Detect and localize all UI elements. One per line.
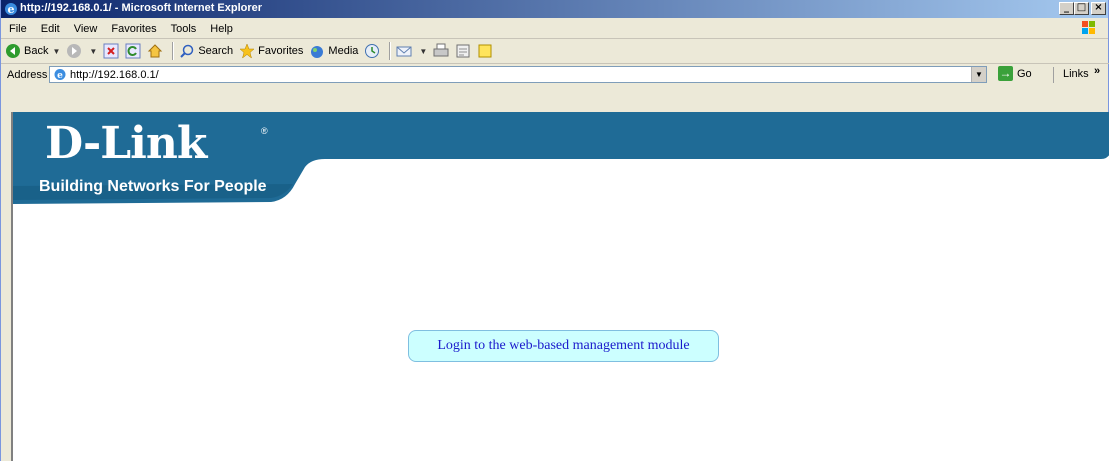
favorites-label: Favorites <box>258 45 304 57</box>
links-button[interactable]: Links <box>1063 68 1089 80</box>
login-link[interactable]: Login to the web-based management module <box>408 330 719 362</box>
back-dropdown-icon[interactable]: ▼ <box>52 47 60 56</box>
menu-favorites[interactable]: Favorites <box>104 23 163 35</box>
address-label: Address <box>7 69 48 81</box>
back-button[interactable]: Back ▼ <box>5 43 60 59</box>
windows-logo-icon <box>1082 21 1095 34</box>
svg-text:e: e <box>8 3 15 16</box>
dlink-tagline: Building Networks For People <box>39 178 267 195</box>
svg-text:e: e <box>57 71 63 81</box>
toolbar-separator <box>389 42 392 60</box>
forward-dropdown-icon[interactable]: ▼ <box>89 47 97 56</box>
close-button[interactable]: × <box>1091 2 1106 15</box>
links-chevron-icon[interactable]: » <box>1094 65 1100 77</box>
address-input[interactable]: e http://192.168.0.1/ ▼ <box>49 66 987 83</box>
forward-arrow-icon <box>67 44 82 58</box>
menu-edit[interactable]: Edit <box>34 23 67 35</box>
menu-file[interactable]: File <box>1 23 34 35</box>
back-label: Back <box>24 45 49 57</box>
page-icon: e <box>54 69 66 81</box>
star-icon <box>239 43 255 59</box>
search-label: Search <box>198 45 234 57</box>
mail-icon <box>396 46 412 57</box>
search-button[interactable]: Search <box>179 43 233 59</box>
maximize-button[interactable]: □ <box>1074 2 1089 15</box>
registered-mark: ® <box>261 126 268 136</box>
go-button[interactable]: → Go <box>998 66 1032 81</box>
forward-button[interactable]: ▼ <box>66 43 97 59</box>
home-icon[interactable] <box>147 43 163 59</box>
stop-icon[interactable] <box>103 43 119 59</box>
page-content: D-Link ® Building Networks For People Lo… <box>11 112 1109 461</box>
dlink-logo: D-Link <box>45 118 207 169</box>
menu-bar: File Edit View Favorites Tools Help <box>1 19 1108 39</box>
refresh-icon[interactable] <box>125 43 141 59</box>
edit-icon[interactable] <box>455 43 471 59</box>
back-arrow-icon <box>6 44 20 58</box>
media-icon <box>311 46 324 58</box>
print-icon[interactable] <box>433 43 449 59</box>
window-title: http://192.168.0.1/ - Microsoft Internet… <box>20 2 263 14</box>
mail-dropdown-icon[interactable]: ▼ <box>419 47 427 56</box>
browser-window: e http://192.168.0.1/ - Microsoft Intern… <box>0 0 1109 461</box>
title-bar[interactable]: e http://192.168.0.1/ - Microsoft Intern… <box>1 0 1108 18</box>
address-dropdown-icon[interactable]: ▼ <box>971 67 986 82</box>
go-arrow-icon: → <box>998 66 1013 81</box>
menu-help[interactable]: Help <box>203 23 240 35</box>
media-button[interactable]: Media <box>309 43 358 59</box>
mail-button[interactable]: ▼ <box>396 43 427 59</box>
menu-view[interactable]: View <box>67 23 105 35</box>
links-separator <box>1053 67 1054 83</box>
messenger-note-icon[interactable] <box>477 43 493 59</box>
history-icon[interactable] <box>364 43 380 59</box>
minimize-button[interactable]: _ <box>1059 2 1074 15</box>
search-icon <box>180 44 194 58</box>
favorites-button[interactable]: Favorites <box>239 43 303 59</box>
menu-tools[interactable]: Tools <box>164 23 204 35</box>
toolbar-separator <box>172 42 175 60</box>
go-label: Go <box>1017 67 1032 80</box>
address-bar: Address e http://192.168.0.1/ ▼ → Go Lin… <box>1 64 1108 86</box>
address-url[interactable]: http://192.168.0.1/ <box>70 69 159 81</box>
media-label: Media <box>328 45 359 57</box>
standard-toolbar: Back ▼ ▼ Search Favorites Media ▼ <box>1 39 1109 64</box>
internet-explorer-icon: e <box>5 3 17 16</box>
